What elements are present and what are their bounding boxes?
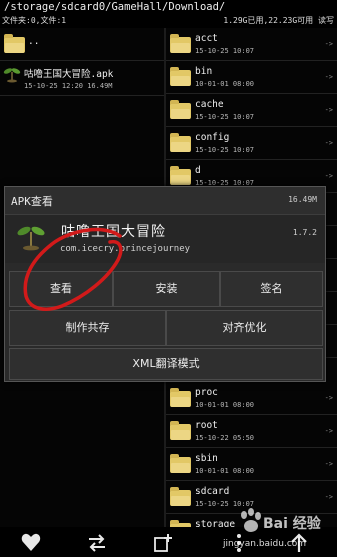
folder-icon: [4, 34, 25, 53]
status-right: 1.29G已用,22.23G可用 读写: [223, 16, 334, 25]
chevron-right-icon: ->: [324, 106, 333, 114]
dialog-header: APK查看 16.49M: [5, 187, 325, 215]
watermark: Bai 经验 jingyan.baidu.com: [223, 505, 331, 549]
view-button[interactable]: 查看: [9, 271, 113, 307]
folder-icon: [170, 487, 191, 506]
chevron-right-icon: ->: [324, 139, 333, 147]
chevron-right-icon: ->: [324, 73, 333, 81]
folder-icon: [170, 166, 191, 185]
heart-icon[interactable]: [20, 532, 42, 554]
file-date: 15-10-25 10:07: [195, 146, 255, 154]
list-item[interactable]: sbin 10-01-01 08:00 ->: [166, 448, 337, 481]
app-version: 1.7.2: [292, 228, 317, 237]
file-date: 10-01-01 08:00: [195, 80, 255, 88]
file-name: sdcard: [195, 486, 230, 497]
chevron-right-icon: ->: [324, 460, 333, 468]
file-name: acct: [195, 33, 218, 44]
chevron-right-icon: ->: [324, 40, 333, 48]
chevron-right-icon: ->: [324, 394, 333, 402]
install-button[interactable]: 安装: [113, 271, 220, 307]
file-name: sbin: [195, 453, 218, 464]
apk-view-dialog: APK查看 16.49M 咕噜王国大冒险 com.icecry.princejo…: [4, 186, 326, 382]
folder-icon: [170, 388, 191, 407]
file-name: cache: [195, 99, 224, 110]
file-name: bin: [195, 66, 213, 77]
list-item[interactable]: proc 10-01-01 08:00 ->: [166, 382, 337, 415]
file-name: proc: [195, 387, 218, 398]
status-bar: 文件夹:0,文件:1 1.29G已用,22.23G可用 读写: [0, 14, 337, 27]
file-date: 15-10-22 05:50: [195, 434, 255, 442]
dialog-title: APK查看: [11, 195, 53, 208]
app-info: 咕噜王国大冒险 com.icecry.princejourney 1.7.2: [5, 215, 325, 263]
app-name: 咕噜王国大冒险: [61, 224, 166, 240]
sign-button[interactable]: 签名: [220, 271, 323, 307]
file-name: 咕噜王国大冒险.apk: [24, 69, 114, 80]
list-item[interactable]: root 15-10-22 05:50 ->: [166, 415, 337, 448]
package-name: com.icecry.princejourney: [60, 244, 191, 254]
folder-icon: [170, 67, 191, 86]
chevron-right-icon: ->: [324, 493, 333, 501]
xml-translate-button[interactable]: XML翻译模式: [9, 348, 323, 380]
app-icon: [17, 226, 45, 251]
file-name: root: [195, 420, 218, 431]
folder-icon: [170, 133, 191, 152]
folder-icon: [170, 454, 191, 473]
new-item-icon[interactable]: [152, 532, 174, 554]
status-left: 文件夹:0,文件:1: [2, 16, 67, 25]
folder-icon: [170, 100, 191, 119]
file-name: config: [195, 132, 230, 143]
file-name: ..: [28, 36, 40, 47]
swap-icon[interactable]: [86, 532, 108, 554]
file-date: 10-01-01 08:00: [195, 401, 255, 409]
align-optimize-button[interactable]: 对齐优化: [166, 310, 323, 346]
path-bar: /storage/sdcard0/GameHall/Download/: [4, 1, 226, 13]
chevron-right-icon: ->: [324, 427, 333, 435]
list-item-parent[interactable]: ..: [0, 28, 164, 61]
paw-logo-icon: [241, 508, 261, 532]
list-item[interactable]: config 15-10-25 10:07 ->: [166, 127, 337, 160]
make-shared-button[interactable]: 制作共存: [9, 310, 166, 346]
apk-size: 16.49M: [288, 195, 317, 204]
watermark-url: jingyan.baidu.com: [223, 539, 307, 549]
file-date: 10-01-01 08:00: [195, 467, 255, 475]
folder-icon: [170, 421, 191, 440]
folder-icon: [170, 34, 191, 53]
file-date: 15-10-25 10:07: [195, 113, 255, 121]
list-item[interactable]: cache 15-10-25 10:07 ->: [166, 94, 337, 127]
file-meta: 15-10-25 12:20 16.49M: [24, 82, 113, 90]
file-date: 15-10-25 10:07: [195, 47, 255, 55]
list-item[interactable]: bin 10-01-01 08:00 ->: [166, 61, 337, 94]
apk-app-icon: [3, 68, 21, 83]
chevron-right-icon: ->: [324, 172, 333, 180]
file-name: d: [195, 165, 201, 176]
watermark-brand: Bai 经验: [263, 516, 321, 532]
list-item[interactable]: acct 15-10-25 10:07 ->: [166, 28, 337, 61]
list-item-apk[interactable]: 咕噜王国大冒险.apk 15-10-25 12:20 16.49M: [0, 62, 164, 96]
